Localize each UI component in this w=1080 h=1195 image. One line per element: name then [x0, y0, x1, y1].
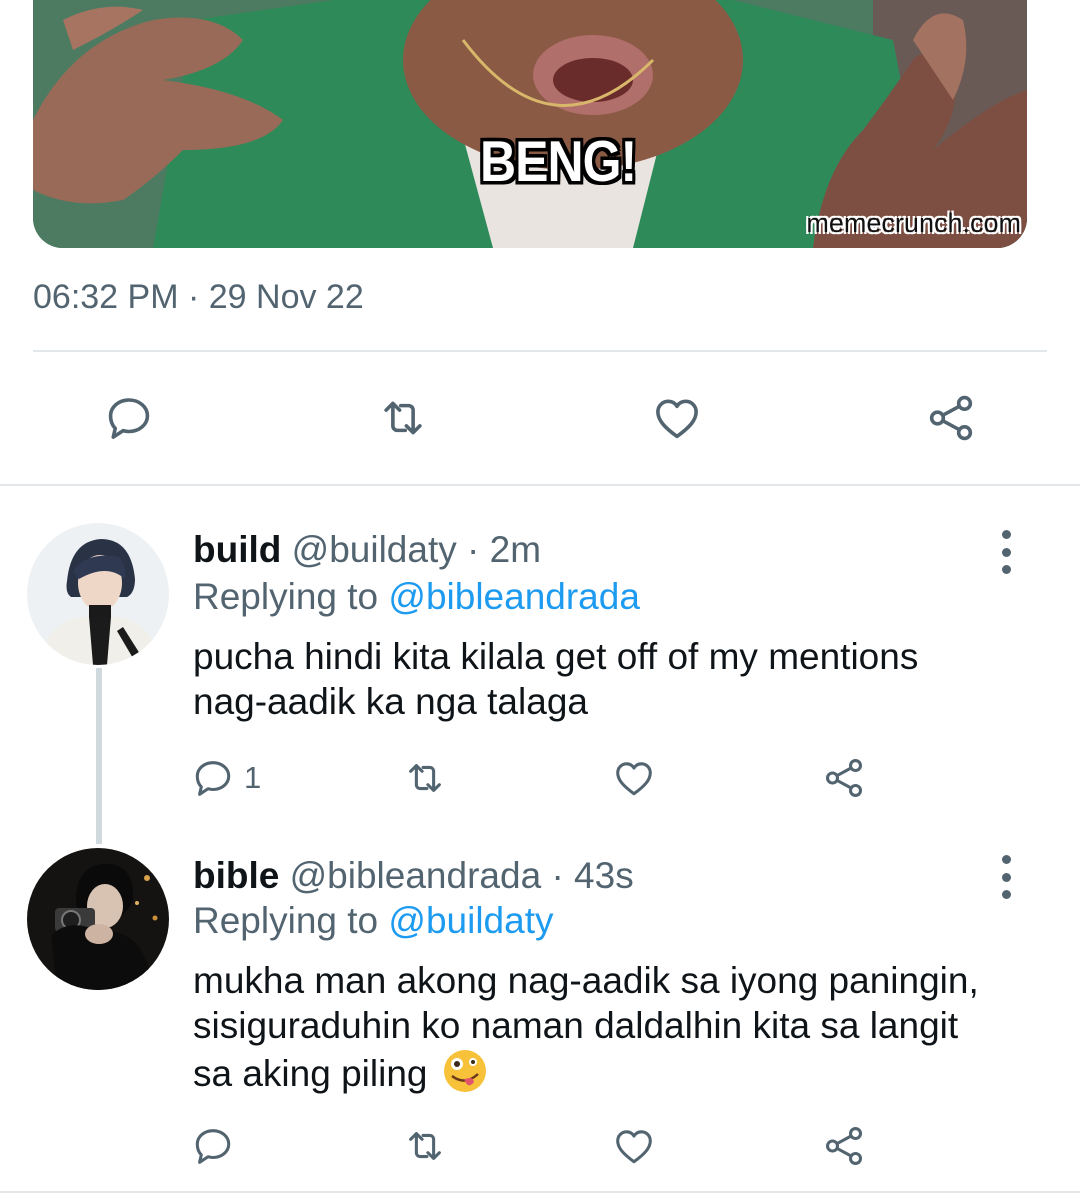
separator-dot: · — [551, 855, 564, 896]
tweet-action-bar — [0, 383, 1080, 453]
avatar-image-build — [27, 523, 169, 665]
retweet-button[interactable] — [402, 754, 448, 802]
replying-to-prefix: Replying to — [193, 576, 389, 617]
mention-link[interactable]: @bibleandrada — [388, 576, 640, 617]
reply-icon — [195, 761, 231, 796]
avatar[interactable] — [27, 848, 169, 990]
avatar-image-bible — [27, 848, 169, 990]
reply-text: pucha hindi kita kilala get off of my me… — [193, 634, 1033, 724]
reply-text-line: sisiguraduhin ko naman daldalhin kita sa… — [193, 1005, 959, 1046]
share-button[interactable] — [821, 754, 867, 802]
share-button[interactable] — [916, 383, 986, 453]
avatar[interactable] — [27, 523, 169, 665]
reply-button[interactable]: 1 — [190, 754, 261, 802]
more-options-button[interactable] — [990, 530, 1022, 574]
tweet-timestamp: 06:32 PM · 29 Nov 22 — [33, 278, 364, 316]
more-dot-icon — [1001, 565, 1011, 574]
like-button[interactable] — [611, 754, 657, 802]
like-button[interactable] — [611, 1122, 657, 1170]
share-icon — [825, 759, 863, 797]
bottom-divider — [0, 1191, 1080, 1193]
meme-watermark: memecrunch.com — [806, 208, 1021, 238]
more-dot-icon — [1001, 530, 1011, 539]
retweet-button[interactable] — [368, 383, 438, 453]
more-dot-icon — [1001, 872, 1011, 882]
separator-dot: · — [467, 529, 480, 570]
reply-time[interactable]: 43s — [574, 855, 634, 896]
replying-to-prefix: Replying to — [193, 900, 389, 941]
user-handle[interactable]: @bibleandrada — [290, 855, 542, 896]
more-dot-icon — [1001, 547, 1011, 557]
more-dot-icon — [1001, 890, 1011, 899]
like-icon — [656, 399, 698, 439]
like-icon — [616, 1130, 652, 1164]
meme-caption: BENG! — [480, 129, 637, 194]
reply-text-line: pucha hindi kita kilala get off of my me… — [193, 636, 919, 677]
more-options-button[interactable] — [990, 855, 1022, 899]
retweet-button[interactable] — [402, 1122, 448, 1170]
reply-text-line: nag-aadik ka nga talaga — [193, 681, 588, 722]
reply-header: build @buildaty · 2m — [193, 529, 541, 571]
like-icon — [616, 762, 652, 796]
like-button[interactable] — [642, 383, 712, 453]
display-name[interactable]: build — [193, 529, 281, 570]
timestamp-divider — [33, 350, 1047, 352]
reply-button[interactable] — [190, 1122, 236, 1170]
reply-text-line: sa aking piling — [193, 1053, 428, 1094]
zany-face-emoji — [443, 1050, 486, 1092]
reply-header: bible @bibleandrada · 43s — [193, 855, 634, 897]
share-icon — [929, 395, 973, 441]
reply-time[interactable]: 2m — [490, 529, 541, 570]
share-button[interactable] — [821, 1122, 867, 1170]
share-icon — [825, 1127, 863, 1165]
retweet-icon — [409, 764, 441, 792]
reply-text-line: mukha man akong nag-aadik sa iyong panin… — [193, 960, 979, 1001]
reply-button[interactable] — [94, 383, 164, 453]
reply-text-line-with-emoji: sa aking piling — [193, 1048, 1033, 1096]
reply-count: 1 — [244, 760, 262, 795]
user-handle[interactable]: @buildaty — [292, 529, 457, 570]
section-divider — [0, 484, 1080, 486]
tweet-detail-page: BENG! memecrunch.com 06:32 PM · 29 Nov 2… — [0, 0, 1080, 1195]
tweet-media-image[interactable]: BENG! memecrunch.com — [33, 0, 1027, 248]
replying-to-line: Replying to @buildaty — [193, 900, 553, 942]
retweet-icon — [409, 1132, 441, 1160]
mention-link[interactable]: @buildaty — [388, 900, 553, 941]
replying-to-line: Replying to @bibleandrada — [193, 576, 640, 618]
reply-icon — [108, 398, 150, 439]
reply-text: mukha man akong nag-aadik sa iyong panin… — [193, 958, 1033, 1096]
reply-action-bar — [0, 1122, 1080, 1170]
more-dot-icon — [1001, 855, 1011, 864]
display-name[interactable]: bible — [193, 855, 279, 896]
retweet-icon — [384, 401, 422, 435]
reply-action-bar: 1 — [0, 754, 1080, 802]
reply-icon — [195, 1129, 231, 1164]
